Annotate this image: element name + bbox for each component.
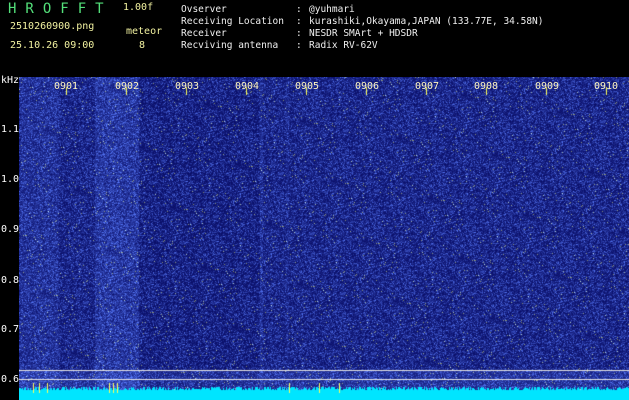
info-value: kurashiki,Okayama,JAPAN (133.77E, 34.58N… bbox=[309, 16, 544, 27]
frequency-unit-label: kHz bbox=[1, 75, 20, 86]
x-tick-label: 0903 bbox=[175, 81, 200, 92]
x-tick-label: 0904 bbox=[235, 81, 260, 92]
hrofft-window: HROFFT 1.00f 2510260900.png meteor 25.10… bbox=[0, 0, 629, 400]
meteor-count: 8 bbox=[139, 40, 146, 51]
filename-label: 2510260900.png bbox=[10, 21, 95, 32]
y-tick-label: 0.8 bbox=[1, 275, 20, 286]
info-key: Ovserver bbox=[181, 4, 227, 15]
meteor-label: meteor bbox=[126, 26, 163, 37]
x-tick-label: 0907 bbox=[415, 81, 440, 92]
x-tick-label: 0910 bbox=[594, 81, 619, 92]
info-separator: : bbox=[296, 40, 302, 51]
info-value: @yuhmari bbox=[309, 4, 355, 15]
x-tick-label: 0909 bbox=[535, 81, 560, 92]
x-tick-label: 0908 bbox=[474, 81, 499, 92]
y-tick-label: 0.9 bbox=[1, 224, 20, 235]
info-separator: : bbox=[296, 28, 302, 39]
info-value: Radix RV-62V bbox=[309, 40, 378, 51]
y-tick-label: 0.7 bbox=[1, 324, 20, 335]
app-title: HROFFT bbox=[8, 1, 113, 17]
y-tick-label: 1.0 bbox=[1, 174, 20, 185]
x-tick-label: 0902 bbox=[115, 81, 140, 92]
info-separator: : bbox=[296, 4, 302, 15]
info-key: Receiving Location bbox=[181, 16, 284, 27]
version-label: 1.00f bbox=[123, 2, 154, 13]
info-separator: : bbox=[296, 16, 302, 27]
info-key: Receiver bbox=[181, 28, 227, 39]
x-tick-label: 0906 bbox=[355, 81, 380, 92]
info-key: Recviving antenna bbox=[181, 40, 279, 51]
x-tick-label: 0905 bbox=[295, 81, 320, 92]
y-tick-label: 1.1 bbox=[1, 124, 20, 135]
timestamp-label: 25.10.26 09:00 bbox=[10, 40, 95, 51]
x-tick-label: 0901 bbox=[54, 81, 79, 92]
info-value: NESDR SMArt + HDSDR bbox=[309, 28, 418, 39]
y-tick-label: 0.6 bbox=[1, 374, 20, 385]
spectrogram-canvas bbox=[19, 77, 629, 400]
